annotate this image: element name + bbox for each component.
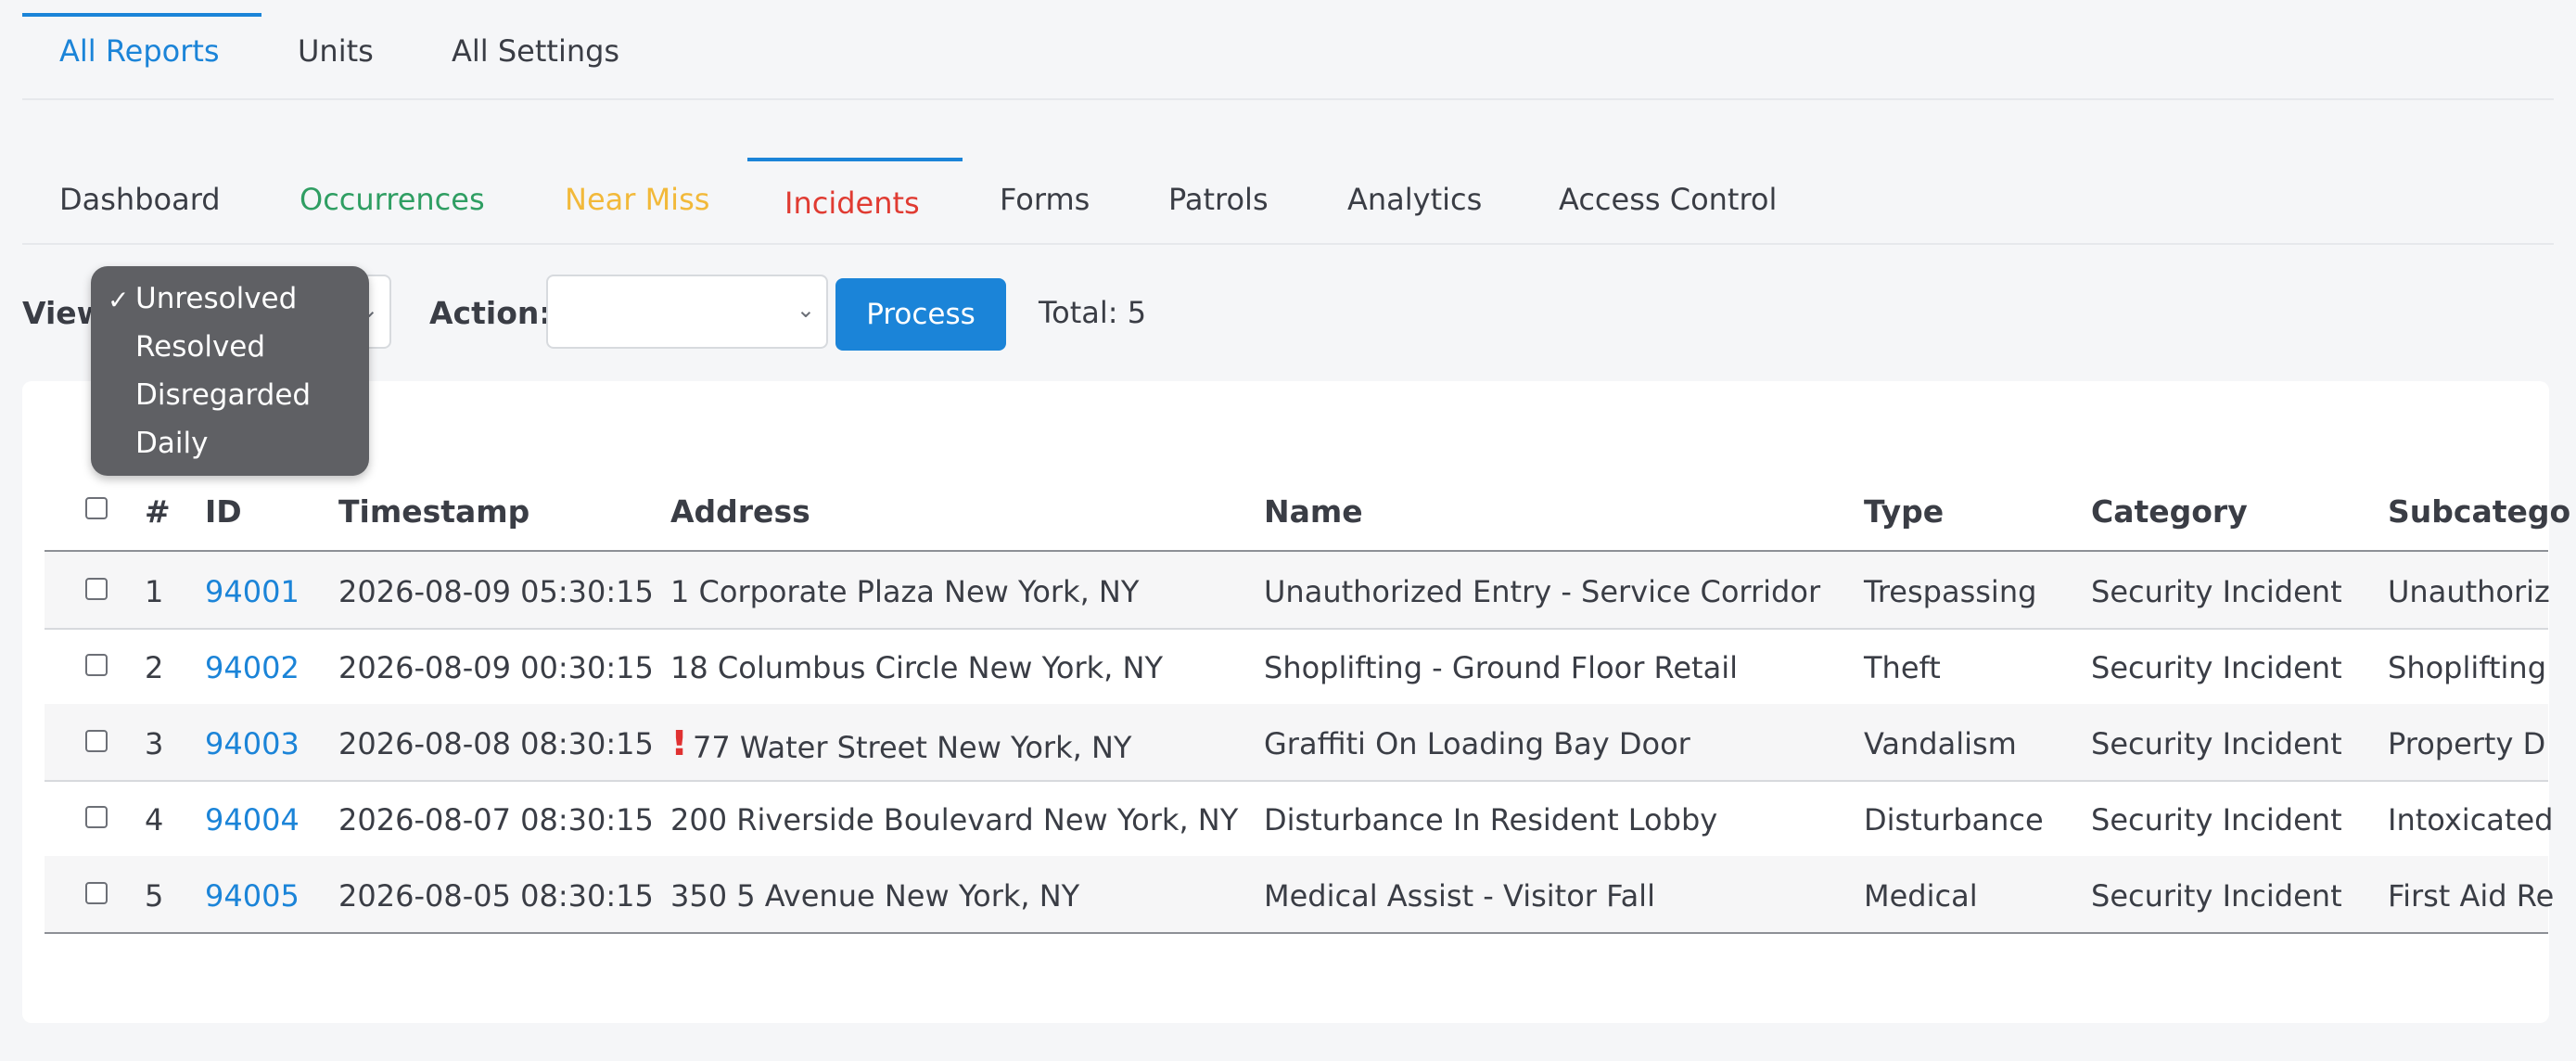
row-address: 350 5 Avenue New York, NY: [670, 878, 1080, 914]
action-select[interactable]: ⌄: [546, 275, 828, 349]
row-type: Trespassing: [1864, 574, 2037, 609]
view-dropdown-menu: ✓ Unresolved Resolved Disregarded Daily: [91, 266, 369, 476]
row-name: Medical Assist - Visitor Fall: [1264, 878, 1655, 914]
tab-access-control[interactable]: Access Control: [1559, 182, 1777, 217]
row-id-link[interactable]: 94001: [205, 574, 300, 609]
tab-forms[interactable]: Forms: [1000, 182, 1090, 217]
row-category: Security Incident: [2091, 726, 2342, 761]
row-checkbox[interactable]: [85, 578, 108, 600]
row-name: Graffiti On Loading Bay Door: [1264, 726, 1690, 761]
row-category: Security Incident: [2091, 802, 2342, 837]
row-id-link[interactable]: 94005: [205, 878, 300, 914]
row-category: Security Incident: [2091, 574, 2342, 609]
tab-analytics[interactable]: Analytics: [1347, 182, 1482, 217]
row-subcategory: Unauthoriz: [2388, 574, 2550, 609]
row-name: Disturbance In Resident Lobby: [1264, 802, 1718, 837]
tab-units[interactable]: Units: [298, 33, 374, 69]
report-type-nav: Dashboard Occurrences Near Miss Incident…: [22, 158, 2554, 245]
row-type: Disturbance: [1864, 802, 2044, 837]
header-number: #: [145, 493, 171, 530]
select-all-checkbox[interactable]: [85, 497, 108, 519]
tab-incidents[interactable]: Incidents: [784, 185, 920, 221]
tab-all-settings[interactable]: All Settings: [452, 33, 619, 69]
row-name: Shoplifting - Ground Floor Retail: [1264, 650, 1738, 685]
row-address: 18 Columbus Circle New York, NY: [670, 650, 1163, 685]
row-address: 200 Riverside Boulevard New York, NY: [670, 802, 1239, 837]
table-row: 5 94005 2026-08-05 08:30:15 350 5 Avenue Ne…: [45, 856, 2554, 934]
row-timestamp: 2026-08-09 05:30:15: [338, 574, 654, 609]
chevron-down-icon: ⌄: [796, 297, 815, 323]
table-row: 1 94001 2026-08-09 05:30:15 1 Corporate Pla…: [45, 552, 2550, 630]
row-name: Unauthorized Entry - Service Corridor: [1264, 574, 1821, 609]
row-checkbox[interactable]: [85, 882, 108, 904]
header-timestamp[interactable]: Timestamp: [338, 493, 529, 530]
header-address[interactable]: Address: [670, 493, 810, 530]
view-option-resolved[interactable]: Resolved: [135, 330, 265, 364]
row-type: Vandalism: [1864, 726, 2017, 761]
table-row: 4 94004 2026-08-07 08:30:15 200 Riverside B…: [45, 780, 2553, 858]
active-tab-indicator: [22, 13, 261, 17]
row-timestamp: 2026-08-08 08:30:15: [338, 726, 654, 761]
warning-flag-icon: !: [670, 730, 689, 764]
header-type[interactable]: Type: [1864, 493, 1944, 530]
row-subcategory: Shoplifting: [2388, 650, 2546, 685]
row-subcategory: Property D: [2388, 726, 2546, 761]
row-number: 2: [145, 650, 164, 685]
row-address-text: 77 Water Street New York, NY: [693, 730, 1132, 765]
row-address: ! 77 Water Street New York, NY: [670, 730, 1264, 765]
row-category: Security Incident: [2091, 650, 2342, 685]
row-subcategory: First Aid Re: [2388, 878, 2555, 914]
tab-all-reports[interactable]: All Reports: [59, 33, 220, 69]
tab-near-miss[interactable]: Near Miss: [565, 182, 709, 217]
row-number: 3: [145, 726, 164, 761]
top-nav: All Reports Units All Settings: [22, 0, 2554, 100]
active-subtab-indicator: [747, 158, 963, 161]
view-option-daily[interactable]: Daily: [135, 427, 208, 460]
total-count: Total: 5: [1039, 295, 1147, 330]
tab-occurrences[interactable]: Occurrences: [300, 182, 485, 217]
row-timestamp: 2026-08-09 00:30:15: [338, 650, 654, 685]
header-name[interactable]: Name: [1264, 493, 1363, 530]
checkmark-icon: ✓: [108, 285, 130, 315]
row-id-link[interactable]: 94002: [205, 650, 300, 685]
row-number: 5: [145, 878, 164, 914]
header-subcategory[interactable]: Subcatego: [2388, 493, 2570, 530]
row-number: 4: [145, 802, 164, 837]
view-option-unresolved[interactable]: Unresolved: [135, 282, 297, 315]
header-id[interactable]: ID: [205, 493, 242, 530]
row-type: Medical: [1864, 878, 1978, 914]
row-address: 1 Corporate Plaza New York, NY: [670, 574, 1140, 609]
tab-patrols[interactable]: Patrols: [1168, 182, 1269, 217]
row-timestamp: 2026-08-05 08:30:15: [338, 878, 654, 914]
row-checkbox[interactable]: [85, 654, 108, 676]
row-subcategory: Intoxicated: [2388, 802, 2554, 837]
row-category: Security Incident: [2091, 878, 2342, 914]
row-id-link[interactable]: 94004: [205, 802, 300, 837]
row-number: 1: [145, 574, 164, 609]
row-checkbox[interactable]: [85, 730, 108, 752]
tab-dashboard[interactable]: Dashboard: [59, 182, 221, 217]
header-category[interactable]: Category: [2091, 493, 2248, 530]
row-checkbox[interactable]: [85, 806, 108, 828]
action-label: Action:: [429, 295, 552, 331]
row-timestamp: 2026-08-07 08:30:15: [338, 802, 654, 837]
row-id-link[interactable]: 94003: [205, 726, 300, 761]
table-row: 2 94002 2026-08-09 00:30:15 18 Columbus Cir…: [45, 628, 2548, 706]
row-type: Theft: [1864, 650, 1941, 685]
view-option-disregarded[interactable]: Disregarded: [135, 378, 311, 412]
process-button[interactable]: Process: [835, 278, 1006, 351]
table-row: 3 94003 2026-08-08 08:30:15! 77 Water Stree…: [45, 704, 2548, 782]
